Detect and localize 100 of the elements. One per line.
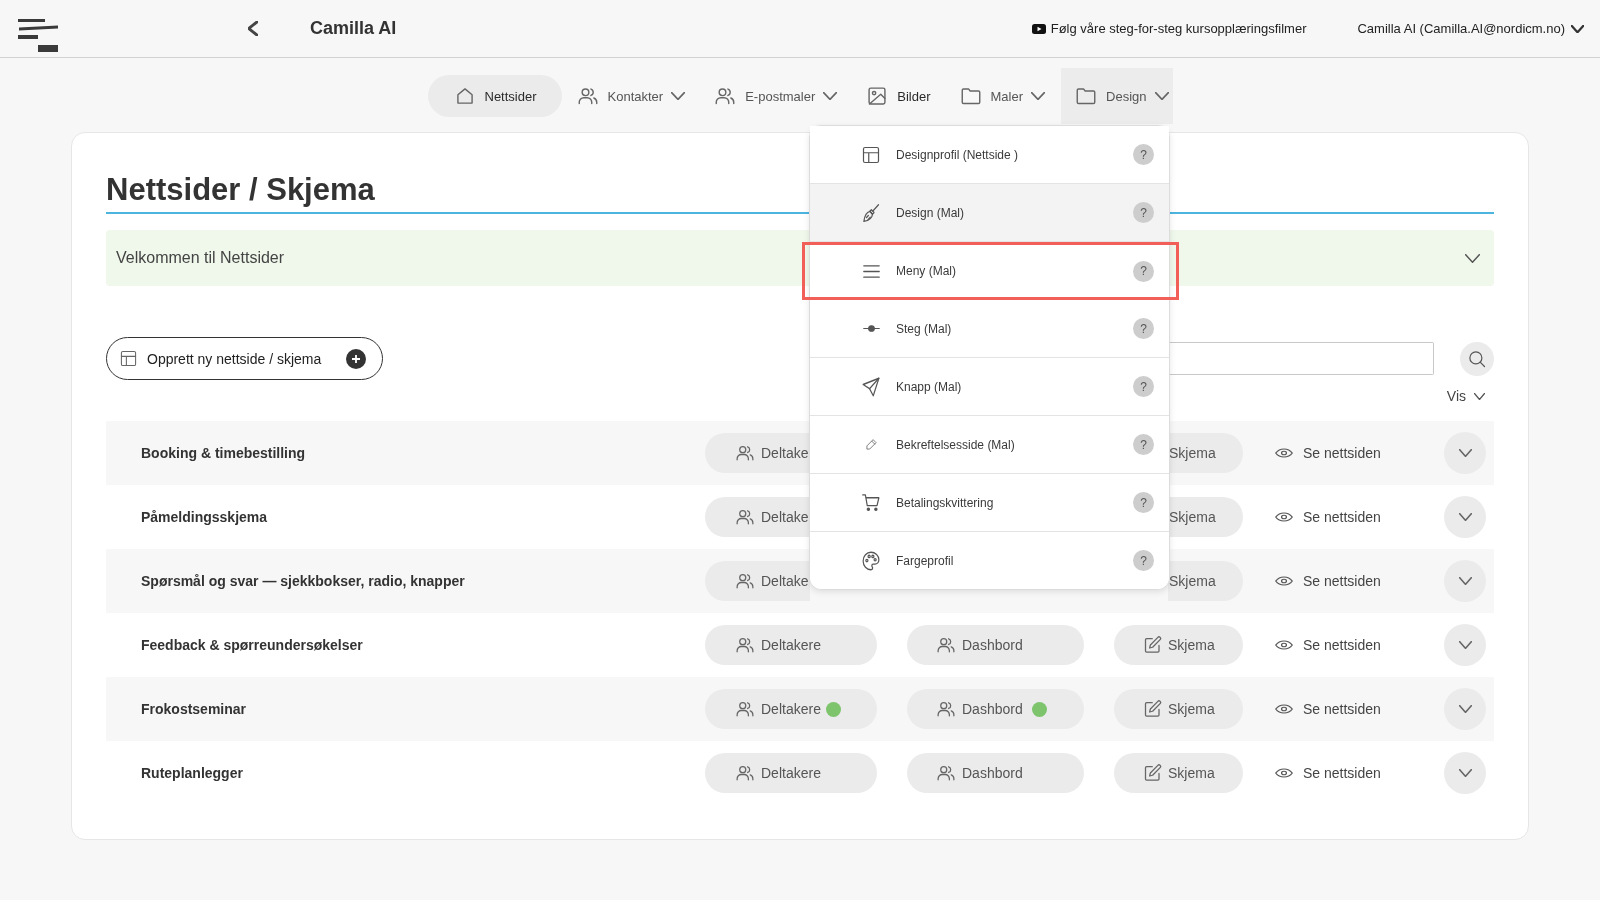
help-button[interactable]: ?: [1133, 202, 1154, 223]
people-icon: [736, 508, 754, 526]
row-title: Feedback & spørreundersøkelser: [141, 637, 363, 653]
participants-button[interactable]: Deltake: [705, 561, 810, 601]
paper-plane-icon: [862, 376, 880, 397]
chevron-down-icon: [1154, 92, 1169, 100]
nav-tab[interactable]: Kontakter: [563, 75, 700, 117]
form-button[interactable]: Skjema: [1114, 625, 1243, 665]
form-button[interactable]: Skjema: [1114, 753, 1243, 793]
help-button[interactable]: ?: [1133, 376, 1154, 397]
participants-button[interactable]: Deltakere: [705, 625, 877, 665]
tutorial-link[interactable]: Følg våre steg-for-steg kursopplæringsfilmer: [1031, 21, 1307, 36]
eye-icon: [1275, 766, 1293, 780]
people-icon: [715, 86, 736, 106]
menu-item[interactable]: Design (Mal) ?: [810, 184, 1169, 242]
chevron-down-icon: [1458, 513, 1472, 521]
dashboard-button[interactable]: Dashbord: [907, 753, 1084, 793]
layout-icon: [862, 145, 880, 164]
participants-button[interactable]: Deltake: [705, 433, 810, 473]
paintbrush-icon: [862, 202, 880, 223]
form-button[interactable]: Skjema: [1114, 689, 1243, 729]
image-icon: [867, 86, 888, 106]
page-title: Nettsider / Skjema: [106, 171, 375, 209]
search-button[interactable]: [1460, 341, 1494, 376]
chevron-down-icon: [823, 92, 838, 100]
people-icon: [736, 700, 754, 718]
edit-icon: [1144, 764, 1162, 782]
chevron-down-icon: [1458, 449, 1472, 457]
play-button-icon: [1031, 23, 1046, 34]
expand-button[interactable]: [1444, 688, 1486, 730]
form-button[interactable]: Skjema: [1168, 561, 1243, 601]
help-button[interactable]: ?: [1133, 260, 1154, 282]
people-icon: [577, 86, 598, 106]
eye-icon: [1275, 446, 1293, 460]
row-title: Påmeldingsskjema: [141, 509, 268, 525]
eye-icon: [1275, 638, 1293, 652]
people-icon: [937, 636, 955, 654]
expand-button[interactable]: [1444, 496, 1486, 538]
folder-icon: [1076, 86, 1097, 106]
back-icon[interactable]: [248, 21, 258, 36]
people-icon: [736, 636, 754, 654]
menu-item[interactable]: Steg (Mal) ?: [810, 300, 1169, 358]
view-site-link[interactable]: Se nettsiden: [1275, 445, 1381, 461]
dashboard-button[interactable]: Dashbord: [907, 625, 1084, 665]
logo-icon[interactable]: [18, 19, 58, 52]
participants-button[interactable]: Deltakere: [705, 689, 877, 729]
nav-tab[interactable]: Design: [1061, 68, 1173, 124]
participants-button[interactable]: Deltakere: [705, 753, 877, 793]
menu-item[interactable]: Bekreftelsesside (Mal) ?: [810, 416, 1169, 474]
nav-tab[interactable]: Maler: [946, 75, 1060, 117]
eye-icon: [1275, 510, 1293, 524]
form-button[interactable]: Skjema: [1168, 433, 1243, 473]
search-icon: [1468, 349, 1486, 368]
row-title: Frokostseminar: [141, 701, 247, 717]
help-button[interactable]: ?: [1133, 144, 1154, 165]
layout-icon: [120, 350, 137, 367]
participants-button[interactable]: Deltake: [705, 497, 810, 537]
chevron-down-icon: [1474, 392, 1485, 400]
line-dot-icon: [862, 325, 880, 332]
chevron-down-icon: [1571, 24, 1584, 33]
search-field[interactable]: [1168, 342, 1434, 375]
nav-tab[interactable]: Bilder: [853, 75, 945, 117]
menu-item[interactable]: Designprofil (Nettside ) ?: [810, 126, 1169, 184]
menu-icon: [862, 264, 880, 278]
expand-button[interactable]: [1444, 560, 1486, 602]
view-site-link[interactable]: Se nettsiden: [1275, 509, 1381, 525]
people-icon: [736, 444, 754, 462]
expand-button[interactable]: [1444, 624, 1486, 666]
menu-item[interactable]: Fargeprofil ?: [810, 532, 1169, 589]
user-menu[interactable]: Camilla AI (Camilla.AI@nordicm.no): [1357, 21, 1584, 36]
help-button[interactable]: ?: [1133, 318, 1154, 339]
plus-icon: [346, 348, 366, 369]
folder-icon: [960, 86, 981, 106]
home-icon: [454, 86, 475, 106]
view-site-link[interactable]: Se nettsiden: [1275, 701, 1381, 717]
menu-item[interactable]: Knapp (Mal) ?: [810, 358, 1169, 416]
view-site-link[interactable]: Se nettsiden: [1275, 573, 1381, 589]
palette-icon: [862, 550, 880, 571]
row-title: Spørsmål og svar — sjekkbokser, radio, knapper: [141, 573, 465, 589]
menu-item[interactable]: Betalingskvittering ?: [810, 474, 1169, 532]
nav-tab[interactable]: E-postmaler: [701, 75, 852, 117]
view-site-link[interactable]: Se nettsiden: [1275, 765, 1381, 781]
help-button[interactable]: ?: [1133, 550, 1154, 571]
form-button[interactable]: Skjema: [1168, 497, 1243, 537]
view-site-link[interactable]: Se nettsiden: [1275, 637, 1381, 653]
nav-tab[interactable]: Nettsider: [427, 75, 562, 117]
help-button[interactable]: ?: [1133, 434, 1154, 455]
expand-button[interactable]: [1444, 432, 1486, 474]
dashboard-button[interactable]: Dashbord: [907, 689, 1084, 729]
view-dropdown[interactable]: Vis: [1446, 386, 1485, 406]
help-button[interactable]: ?: [1133, 492, 1154, 513]
expand-button[interactable]: [1444, 752, 1486, 794]
edit-icon: [1144, 636, 1162, 654]
chevron-down-icon: [1458, 769, 1472, 777]
chevron-down-icon: [1458, 705, 1472, 713]
edit-icon: [1144, 700, 1162, 718]
chevron-down-icon: [1031, 92, 1046, 100]
row-title: Booking & timebestilling: [141, 445, 306, 461]
chevron-down-icon: [671, 92, 686, 100]
cart-icon: [862, 493, 880, 512]
